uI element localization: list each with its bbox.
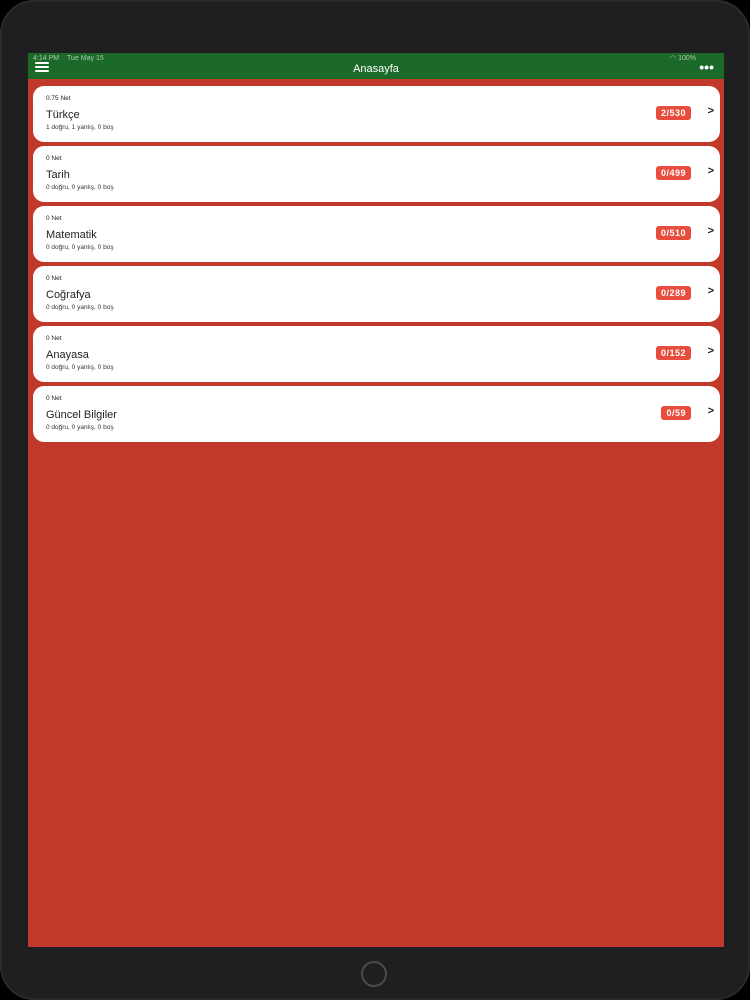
subject-name: Tarih [46, 169, 70, 181]
subject-card-matematik[interactable]: 0 Net Matematik 0 doğru, 0 yanlış, 0 boş… [33, 206, 720, 262]
chevron-right-icon: > [707, 285, 714, 297]
battery-level: 100% [678, 55, 696, 62]
page-title: Anasayfa [353, 63, 399, 75]
net-score: 0 Net [46, 155, 62, 162]
net-score: 0.75 Net [46, 95, 71, 102]
subject-card-cografya[interactable]: 0 Net Coğrafya 0 doğru, 0 yanlış, 0 boş … [33, 266, 720, 322]
subject-name: Coğrafya [46, 289, 91, 301]
chevron-right-icon: > [707, 225, 714, 237]
answer-stats: 0 doğru, 0 yanlış, 0 boş [46, 364, 114, 371]
subject-name: Güncel Bilgiler [46, 409, 117, 421]
chevron-right-icon: > [707, 345, 714, 357]
net-score: 0 Net [46, 275, 62, 282]
net-score: 0 Net [46, 215, 62, 222]
net-score: 0 Net [46, 395, 62, 402]
answer-stats: 0 doğru, 0 yanlış, 0 boş [46, 244, 114, 251]
subject-name: Matematik [46, 229, 97, 241]
status-time: 4:14 PM [33, 55, 60, 62]
net-score: 0 Net [46, 335, 62, 342]
chevron-right-icon: > [707, 165, 714, 177]
subject-list: 0.75 Net Türkçe 1 doğru, 1 yanlış, 0 boş… [33, 86, 720, 446]
home-button[interactable] [361, 961, 387, 987]
subject-card-tarih[interactable]: 0 Net Tarih 0 doğru, 0 yanlış, 0 boş 0/4… [33, 146, 720, 202]
status-bar: 4:14 PM Tue May 15 ◠ 100% [28, 53, 724, 64]
tablet-frame: Anasayfa ••• 4:14 PM Tue May 15 ◠ 100% 0… [0, 0, 750, 1000]
progress-badge: 0/499 [655, 166, 691, 180]
subject-card-guncel-bilgiler[interactable]: 0 Net Güncel Bilgiler 0 doğru, 0 yanlış,… [33, 386, 720, 442]
subject-card-turkce[interactable]: 0.75 Net Türkçe 1 doğru, 1 yanlış, 0 boş… [33, 86, 720, 142]
answer-stats: 0 doğru, 0 yanlış, 0 boş [46, 304, 114, 311]
progress-badge: 0/510 [655, 226, 691, 240]
chevron-right-icon: > [707, 405, 714, 417]
chevron-right-icon: > [707, 105, 714, 117]
wifi-icon: ◠ [670, 55, 677, 62]
status-date: Tue May 15 [67, 55, 104, 62]
subject-name: Anayasa [46, 349, 89, 361]
answer-stats: 1 doğru, 1 yanlış, 0 boş [46, 124, 114, 131]
progress-badge: 2/530 [655, 106, 691, 120]
progress-badge: 0/289 [655, 286, 691, 300]
progress-badge: 0/152 [655, 346, 691, 360]
answer-stats: 0 doğru, 0 yanlış, 0 boş [46, 184, 114, 191]
progress-badge: 0/59 [661, 406, 691, 420]
subject-card-anayasa[interactable]: 0 Net Anayasa 0 doğru, 0 yanlış, 0 boş 0… [33, 326, 720, 382]
answer-stats: 0 doğru, 0 yanlış, 0 boş [46, 424, 114, 431]
app-screen: Anasayfa ••• 4:14 PM Tue May 15 ◠ 100% 0… [28, 53, 724, 947]
subject-name: Türkçe [46, 109, 80, 121]
